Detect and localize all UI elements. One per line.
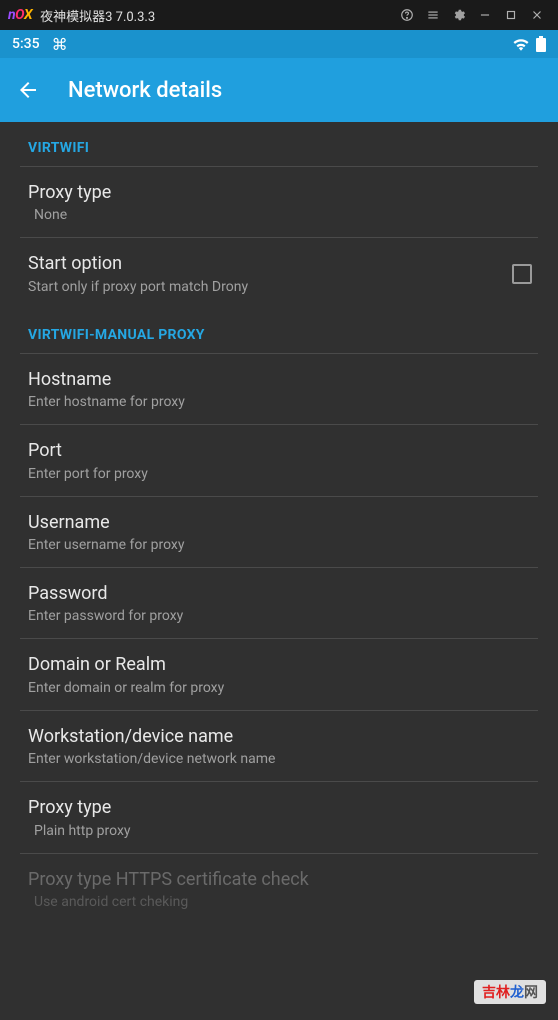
- item-title: Password: [28, 582, 538, 605]
- item-domain[interactable]: Domain or Realm Enter domain or realm fo…: [0, 639, 558, 709]
- item-https-cert-check[interactable]: Proxy type HTTPS certificate check Use a…: [0, 854, 558, 924]
- menu-icon[interactable]: [420, 2, 446, 28]
- item-proxy-type-2[interactable]: Proxy type Plain http proxy: [0, 782, 558, 852]
- item-title: Username: [28, 511, 538, 534]
- status-time: 5:35: [12, 36, 40, 52]
- item-password[interactable]: Password Enter password for proxy: [0, 568, 558, 638]
- back-icon[interactable]: [16, 78, 40, 102]
- maximize-icon[interactable]: [498, 2, 524, 28]
- item-title: Proxy type: [28, 796, 538, 819]
- item-subtitle: Enter workstation/device network name: [28, 751, 538, 767]
- item-title: Workstation/device name: [28, 725, 538, 748]
- item-subtitle: Start only if proxy port match Drony: [28, 279, 512, 295]
- close-icon[interactable]: [524, 2, 550, 28]
- item-subtitle: Use android cert cheking: [28, 894, 538, 910]
- emulator-title: 夜神模拟器3 7.0.3.3: [40, 6, 155, 25]
- item-title: Start option: [28, 252, 512, 275]
- section-header-virtwifi: VIRTWIFI: [0, 122, 558, 166]
- item-subtitle: Enter domain or realm for proxy: [28, 680, 538, 696]
- item-subtitle: Enter port for proxy: [28, 466, 538, 482]
- item-subtitle: Enter username for proxy: [28, 537, 538, 553]
- item-title: Proxy type: [28, 181, 538, 204]
- checkbox-start-option[interactable]: [512, 264, 532, 284]
- item-port[interactable]: Port Enter port for proxy: [0, 425, 558, 495]
- item-username[interactable]: Username Enter username for proxy: [0, 497, 558, 567]
- item-workstation[interactable]: Workstation/device name Enter workstatio…: [0, 711, 558, 781]
- android-status-bar: 5:35 ⌘: [0, 30, 558, 58]
- minimize-icon[interactable]: [472, 2, 498, 28]
- item-title: Port: [28, 439, 538, 462]
- item-subtitle: Plain http proxy: [28, 823, 538, 839]
- help-icon[interactable]: [394, 2, 420, 28]
- item-title: Proxy type HTTPS certificate check: [28, 868, 538, 891]
- item-start-option[interactable]: Start option Start only if proxy port ma…: [0, 238, 558, 308]
- wifi-icon: [512, 37, 530, 51]
- settings-list: VIRTWIFI Proxy type None Start option St…: [0, 122, 558, 924]
- item-hostname[interactable]: Hostname Enter hostname for proxy: [0, 354, 558, 424]
- cmd-icon: ⌘: [52, 35, 68, 54]
- item-subtitle: Enter hostname for proxy: [28, 394, 538, 410]
- watermark-badge: 吉林龙网: [474, 980, 546, 1004]
- emulator-titlebar: nOX 夜神模拟器3 7.0.3.3: [0, 0, 558, 30]
- item-title: Domain or Realm: [28, 653, 538, 676]
- app-bar: Network details: [0, 58, 558, 122]
- section-header-manual-proxy: VIRTWIFI-MANUAL PROXY: [0, 309, 558, 353]
- item-subtitle: Enter password for proxy: [28, 608, 538, 624]
- item-subtitle: None: [28, 207, 538, 223]
- settings-icon[interactable]: [446, 2, 472, 28]
- nox-logo: nOX: [8, 7, 32, 23]
- item-title: Hostname: [28, 368, 538, 391]
- page-title: Network details: [68, 78, 222, 103]
- item-proxy-type[interactable]: Proxy type None: [0, 167, 558, 237]
- battery-icon: [536, 36, 546, 52]
